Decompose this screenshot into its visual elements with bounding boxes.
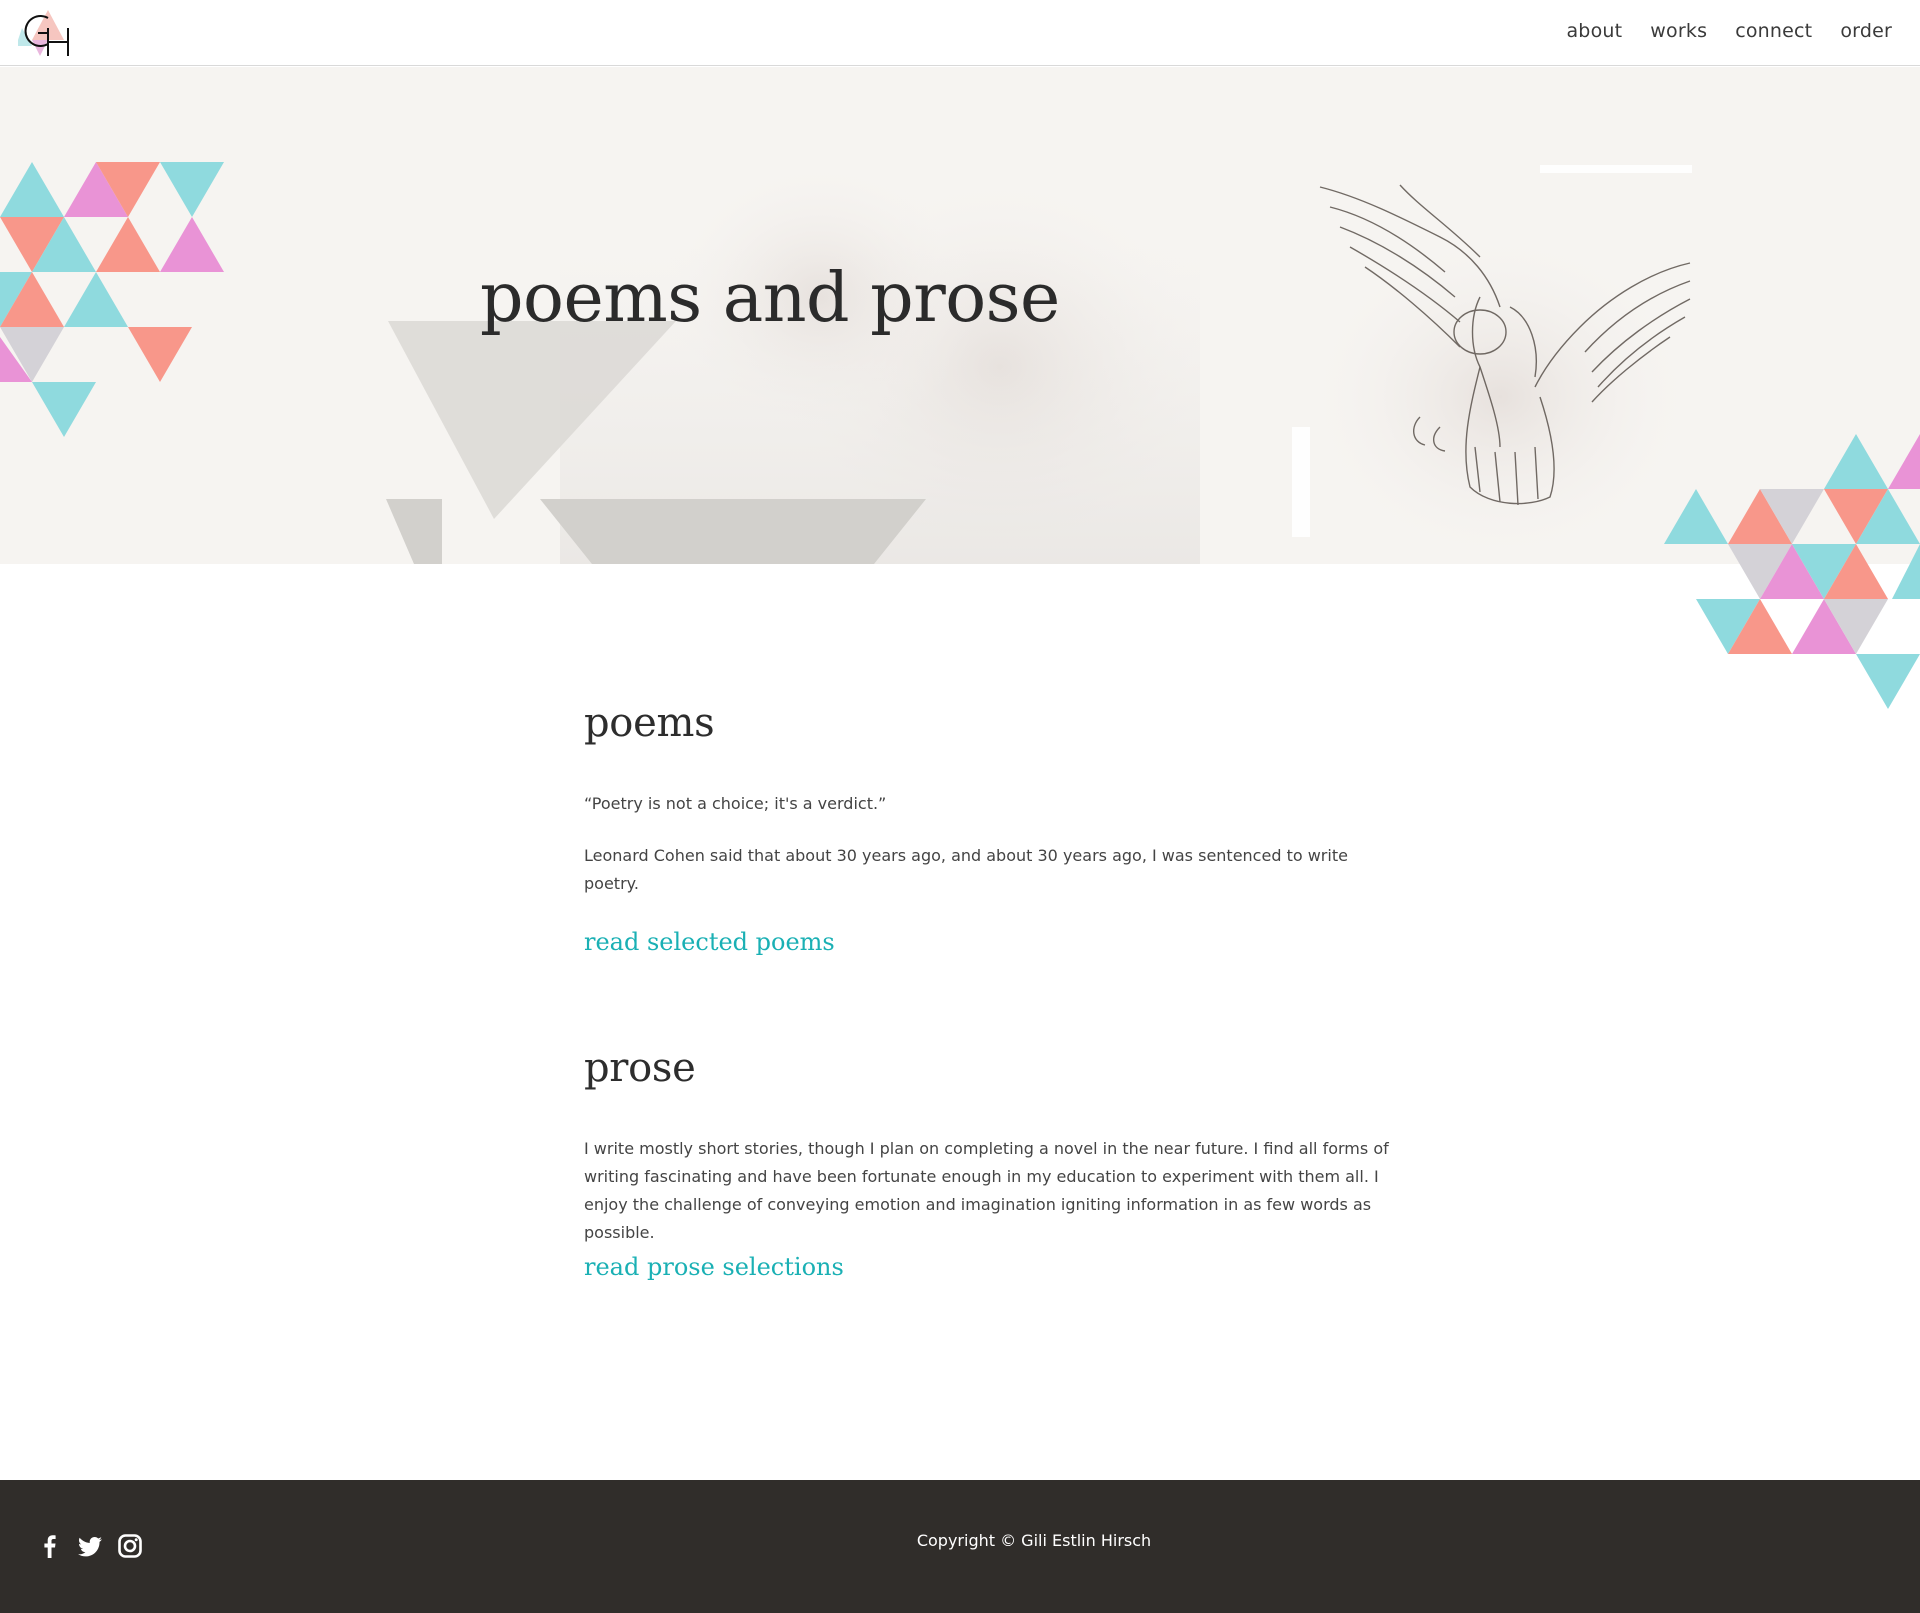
site-header: about works connect order — [0, 0, 1920, 66]
nav-link-order[interactable]: order — [1826, 20, 1906, 42]
gh-logo-icon — [18, 10, 69, 56]
site-logo[interactable] — [18, 6, 76, 60]
read-prose-selections-link[interactable]: read prose selections — [584, 1253, 844, 1281]
poems-quote: “Poetry is not a choice; it's a verdict.… — [584, 794, 887, 813]
nav-link-connect[interactable]: connect — [1721, 20, 1826, 42]
triangle-pattern-left — [0, 162, 224, 437]
triangle-pattern-right — [1664, 434, 1920, 709]
site-footer: Copyright © Gili Estlin Hirsch — [0, 1480, 1920, 1613]
main-nav: about works connect order — [1552, 20, 1906, 42]
page-title: poems and prose — [480, 259, 1060, 338]
nav-link-about[interactable]: about — [1552, 20, 1636, 42]
read-selected-poems-link[interactable]: read selected poems — [584, 928, 835, 956]
poems-intro-text: Leonard Cohen said that about 30 years a… — [584, 846, 1348, 893]
copyright-text: Copyright © Gili Estlin Hirsch — [916, 1531, 1152, 1550]
nav-link-works[interactable]: works — [1636, 20, 1721, 42]
hero-banner: poems and prose — [0, 67, 1920, 564]
prose-intro-text: I write mostly short stories, though I p… — [584, 1139, 1389, 1242]
prose-heading: prose — [584, 1045, 696, 1091]
poems-heading: poems — [584, 700, 715, 746]
